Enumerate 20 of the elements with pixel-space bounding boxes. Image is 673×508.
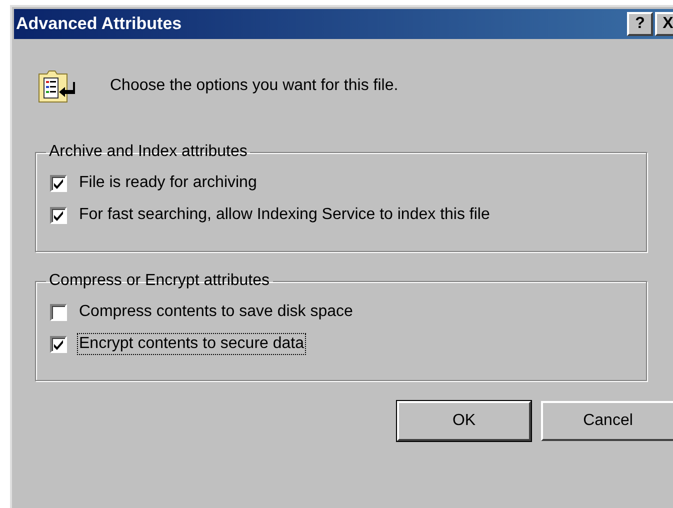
checkbox-label: Compress contents to save disk space (78, 302, 354, 322)
checkbox[interactable] (50, 174, 67, 192)
instruction-text: Choose the options you want for this file. (110, 77, 398, 95)
checkbox[interactable] (50, 304, 67, 320)
help-button[interactable]: ? (627, 12, 653, 36)
check-icon (53, 210, 64, 220)
checkbox[interactable] (50, 336, 67, 352)
checkbox[interactable] (50, 206, 67, 224)
close-button[interactable]: X (655, 12, 673, 36)
checkbox-label: Encrypt contents to secure data (77, 333, 306, 355)
window-title: Advanced Attributes (16, 14, 182, 34)
checkbox-label: File is ready for archiving (78, 173, 258, 193)
checkbox-label: For fast searching, allow Indexing Service to index this file (78, 205, 491, 225)
ok-button[interactable]: OK (397, 401, 531, 441)
check-icon (53, 338, 64, 350)
group-title: Compress or Encrypt attributes (48, 272, 271, 290)
check-icon (53, 178, 64, 188)
cancel-button[interactable]: Cancel (541, 401, 673, 441)
group-title: Archive and Index attributes (48, 143, 248, 161)
folder-list-icon (38, 68, 76, 104)
